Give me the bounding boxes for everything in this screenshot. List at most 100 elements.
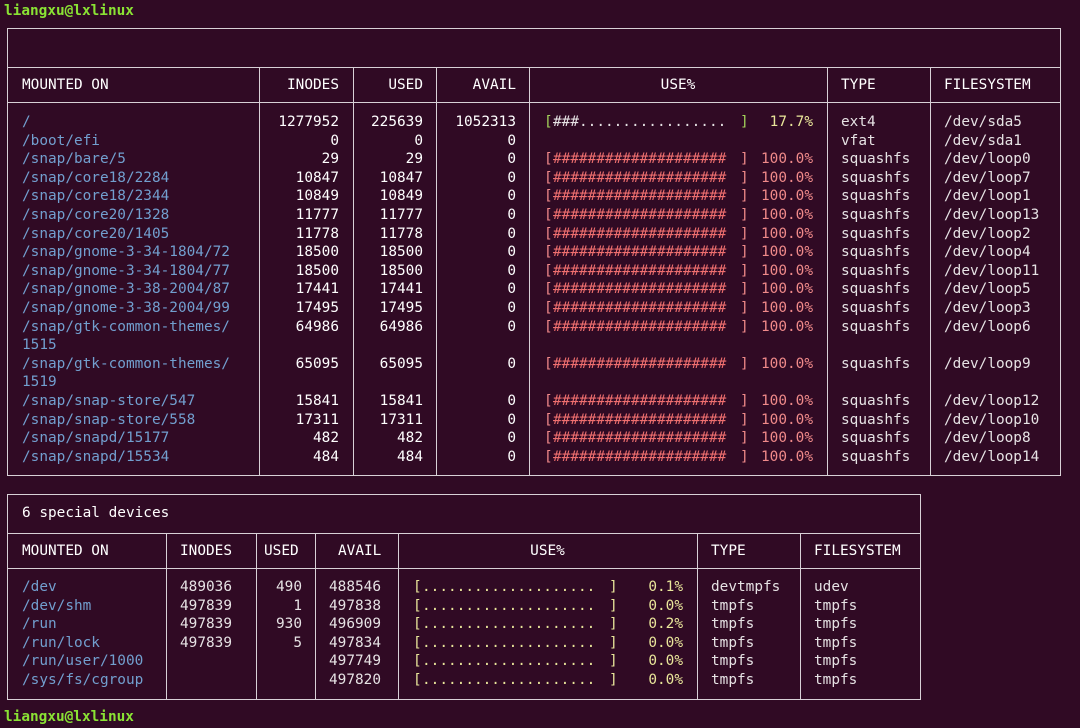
usage-bar-open: [ bbox=[544, 114, 553, 130]
table-row-type: squashfs bbox=[841, 393, 911, 409]
usage-percent: 0.1% bbox=[648, 579, 683, 595]
col-header-mounted-on: MOUNTED ON bbox=[22, 77, 109, 93]
table-row-type: squashfs bbox=[841, 318, 911, 335]
col-header-filesystem: FILESYSTEM bbox=[944, 77, 1031, 93]
col-header-avail: AVAIL bbox=[338, 543, 382, 559]
table-row-type: squashfs bbox=[841, 188, 911, 205]
usage-bar: #################### bbox=[553, 188, 727, 205]
table-row-filesystem: tmpfs bbox=[814, 597, 858, 614]
usage-bar-open: [ bbox=[544, 244, 553, 261]
usage-bar: .................... bbox=[422, 579, 596, 595]
usage-percent: 0.0% bbox=[648, 672, 683, 688]
usage-bar: .................... bbox=[422, 653, 596, 670]
table-row-used: 29 bbox=[405, 151, 423, 168]
table-row-type: squashfs bbox=[841, 281, 911, 298]
usage-bar: .................... bbox=[422, 634, 596, 651]
table-row-mount: /snap/bare/5 bbox=[22, 151, 126, 168]
col-header-inodes: INODES bbox=[180, 543, 232, 559]
table-row-filesystem: udev bbox=[814, 579, 849, 595]
table-row-mount: /snap/core18/2344 bbox=[22, 188, 170, 205]
table-row-avail: 0 bbox=[507, 393, 516, 409]
table-row-mount: /snap/snapd/15534 bbox=[22, 448, 170, 465]
table-row-type: tmpfs bbox=[711, 616, 755, 633]
table-row-mount: /sys/fs/cgroup bbox=[22, 672, 144, 688]
usage-percent: 100.0% bbox=[761, 207, 813, 223]
table-row-inodes: 0 bbox=[330, 132, 339, 149]
table-row-mount: /dev/shm bbox=[22, 597, 92, 614]
table-row-avail: 0 bbox=[507, 207, 516, 223]
table-row-filesystem: /dev/loop2 bbox=[944, 225, 1031, 242]
table-row-filesystem: /dev/loop6 bbox=[944, 318, 1031, 335]
table-row-mount: /snap/snap-store/558 bbox=[22, 411, 196, 428]
table-row-type: squashfs bbox=[841, 225, 911, 242]
table-row-type: squashfs bbox=[841, 207, 911, 223]
usage-percent: 100.0% bbox=[761, 355, 813, 372]
usage-percent: 100.0% bbox=[761, 151, 813, 168]
table-row-avail: 0 bbox=[507, 188, 516, 205]
table-row-used: 11778 bbox=[379, 225, 423, 242]
table-row-mount: /run/lock bbox=[22, 634, 100, 651]
table-row-filesystem: /dev/loop11 bbox=[944, 262, 1040, 279]
usage-bar: #################### bbox=[553, 281, 727, 298]
usage-bar: #################### bbox=[553, 318, 727, 335]
col-header-filesystem: FILESYSTEM bbox=[814, 543, 901, 559]
usage-percent: 100.0% bbox=[761, 430, 813, 447]
usage-bar: #################### bbox=[553, 244, 727, 261]
table-row-inodes: 497839 bbox=[180, 634, 232, 651]
table-row-mount: /snap/gtk-common-themes/ bbox=[22, 318, 230, 335]
table-row-used: 10849 bbox=[379, 188, 423, 205]
table-row-type: tmpfs bbox=[711, 597, 755, 614]
table-row-avail: 0 bbox=[507, 355, 516, 372]
table-row-type: squashfs bbox=[841, 448, 911, 465]
usage-bar-close: ] bbox=[609, 616, 618, 633]
table-row-avail: 0 bbox=[507, 430, 516, 447]
local-devices-table: MOUNTED ON INODES USED AVAIL USE% TYPE F… bbox=[7, 28, 1061, 476]
usage-bar-open: [ bbox=[544, 207, 553, 223]
table-row-avail: 497749 bbox=[329, 653, 381, 670]
table-row-avail: 0 bbox=[507, 132, 516, 149]
table-row-inodes: 10847 bbox=[295, 169, 339, 186]
usage-bar-open: [ bbox=[544, 281, 553, 298]
table-row-filesystem: /dev/loop10 bbox=[944, 411, 1040, 428]
table-row-filesystem: tmpfs bbox=[814, 653, 858, 670]
table-row-type: squashfs bbox=[841, 300, 911, 316]
table-row-used: 11777 bbox=[379, 207, 423, 223]
col-header-inodes: INODES bbox=[287, 77, 339, 93]
table-row-type: vfat bbox=[841, 132, 876, 149]
table-row-filesystem: /dev/loop1 bbox=[944, 188, 1031, 205]
table-row-inodes: 17495 bbox=[295, 300, 339, 316]
usage-percent: 17.7% bbox=[769, 114, 813, 130]
usage-percent: 100.0% bbox=[761, 225, 813, 242]
table-row-mount: /snap/core20/1405 bbox=[22, 225, 170, 242]
usage-bar: #################### bbox=[553, 448, 727, 465]
usage-bar-close: ] bbox=[609, 597, 618, 614]
usage-bar: ###................. bbox=[553, 114, 727, 130]
table-row-avail: 0 bbox=[507, 151, 516, 168]
table-row-avail: 0 bbox=[507, 262, 516, 279]
table-row-mount: /boot/efi bbox=[22, 132, 100, 149]
table-row-inodes: 10849 bbox=[295, 188, 339, 205]
usage-bar-open: [ bbox=[413, 579, 422, 595]
table-row-filesystem: /dev/sda5 bbox=[944, 114, 1022, 130]
table-row-used: 65095 bbox=[379, 355, 423, 372]
usage-percent: 100.0% bbox=[761, 169, 813, 186]
usage-percent: 100.0% bbox=[761, 318, 813, 335]
usage-bar-open: [ bbox=[544, 300, 553, 316]
table-row-inodes: 64986 bbox=[295, 318, 339, 335]
table-row-avail: 496909 bbox=[329, 616, 381, 633]
usage-bar-open: [ bbox=[544, 393, 553, 409]
usage-bar-open: [ bbox=[413, 634, 422, 651]
usage-bar: .................... bbox=[422, 672, 596, 688]
usage-bar: #################### bbox=[553, 262, 727, 279]
table-row-avail: 497834 bbox=[329, 634, 381, 651]
table-row-avail: 0 bbox=[507, 448, 516, 465]
table-row-inodes: 65095 bbox=[295, 355, 339, 372]
usage-bar-open: [ bbox=[544, 225, 553, 242]
usage-bar-open: [ bbox=[544, 262, 553, 279]
usage-bar: #################### bbox=[553, 300, 727, 316]
usage-bar: #################### bbox=[553, 411, 727, 428]
usage-bar: #################### bbox=[553, 430, 727, 447]
usage-percent: 100.0% bbox=[761, 393, 813, 409]
table-row-used: 64986 bbox=[379, 318, 423, 335]
usage-percent: 0.0% bbox=[648, 653, 683, 670]
